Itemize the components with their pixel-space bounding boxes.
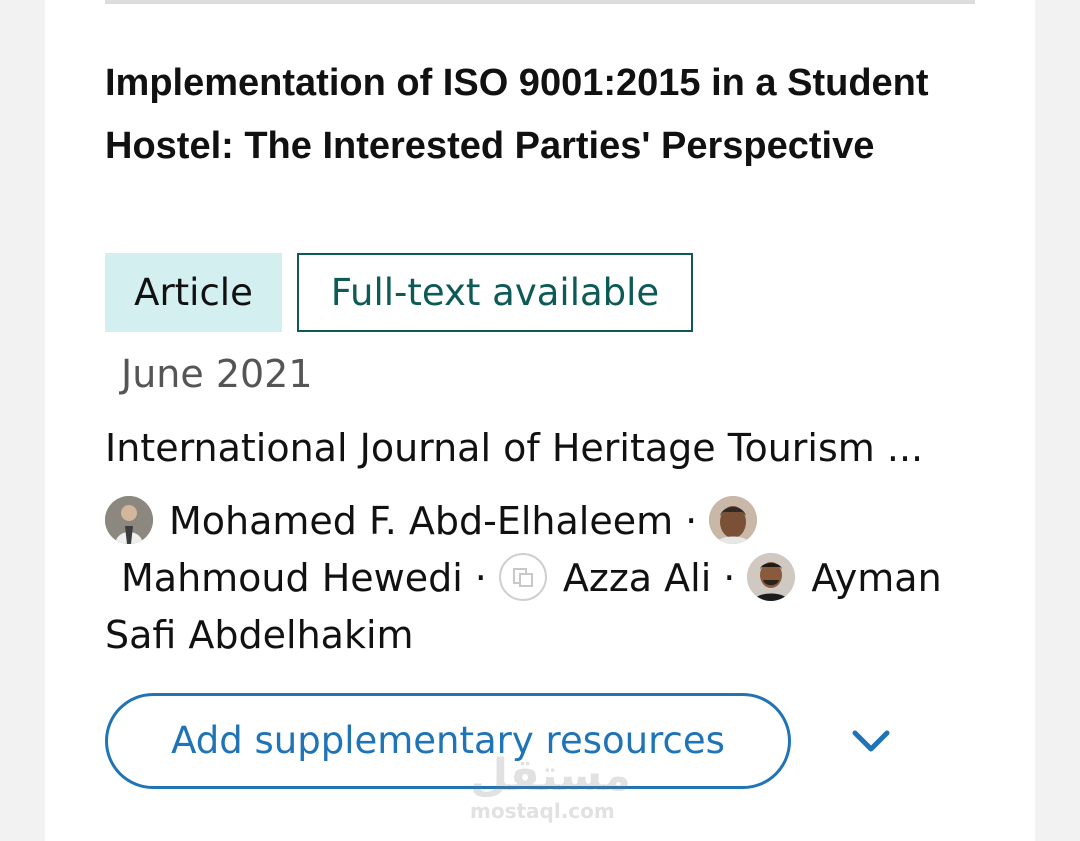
actions-row: Add supplementary resources [105, 693, 975, 789]
author-name[interactable]: Mahmoud Hewedi [121, 556, 463, 600]
expand-button[interactable] [841, 711, 901, 771]
author-photo-icon[interactable] [105, 496, 153, 544]
publication-date: June 2021 [121, 352, 313, 396]
publication-title[interactable]: Implementation of ISO 9001:2015 in a Stu… [105, 52, 965, 178]
author-separator: · [723, 556, 736, 600]
author-list: Mohamed F. Abd-Elhaleem · Mahmoud Hewedi ·… [105, 493, 985, 664]
author-separator: · [685, 499, 698, 543]
add-supplementary-resources-button[interactable]: Add supplementary resources [105, 693, 791, 789]
author-name[interactable]: Mohamed F. Abd-Elhaleem [169, 499, 673, 543]
publication-card: Implementation of ISO 9001:2015 in a Stu… [45, 0, 1035, 841]
chevron-down-icon [852, 730, 890, 752]
author-photo-icon[interactable] [747, 553, 796, 601]
full-text-badge: Full-text available [297, 253, 693, 332]
author-photo-icon[interactable] [709, 496, 758, 544]
author-name[interactable]: Azza Ali [563, 556, 711, 600]
author-separator: · [474, 556, 487, 600]
journal-name[interactable]: International Journal of Heritage Touris… [105, 423, 975, 473]
placeholder-avatar-icon[interactable] [498, 553, 547, 601]
top-divider [105, 0, 975, 4]
article-type-badge: Article [105, 253, 282, 332]
